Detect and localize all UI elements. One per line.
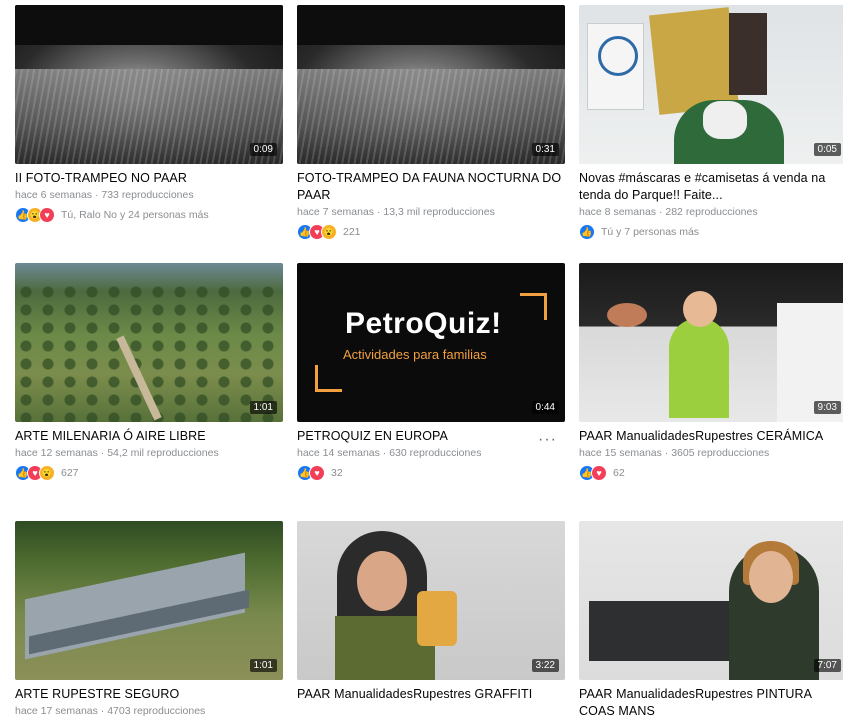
video-duration: 0:05 [813,143,841,156]
like-icon: 👍 [579,224,595,240]
video-card[interactable]: 3:22 PAAR ManualidadesRupestres GRAFFITI [297,521,565,703]
video-title[interactable]: PAAR ManualidadesRupestres PINTURA COAS … [579,686,843,720]
more-options-icon[interactable]: ··· [538,431,557,449]
video-thumbnail[interactable]: 0:09 [15,5,283,164]
video-title[interactable]: Novas #máscaras e #camisetas á venda na … [579,170,843,204]
video-meta: hace 8 semanas · 282 reproducciones [579,206,758,218]
video-meta: hace 17 semanas · 4703 reproducciones [15,705,206,717]
video-thumbnail[interactable]: 7:07 [579,521,843,680]
video-meta: hace 7 semanas · 13,3 mil reproducciones [297,206,495,218]
video-card[interactable]: 0:31 FOTO-TRAMPEO DA FAUNA NOCTURNA DO P… [297,5,565,241]
video-duration: 0:44 [531,401,559,414]
video-duration: 0:31 [531,143,559,156]
video-meta: hace 14 semanas · 630 reproducciones [297,447,482,459]
reaction-count: 627 [61,467,79,479]
video-card[interactable]: 1:01 ARTE RUPESTRE SEGURO hace 17 semana… [15,521,283,718]
video-thumbnail[interactable]: 3:22 [297,521,565,680]
video-card[interactable]: 1:01 ARTE MILENARIA Ó AIRE LIBRE hace 12… [15,263,283,482]
wow-icon: 😮 [39,465,55,481]
video-thumbnail[interactable]: 1:01 [15,263,283,422]
reactions[interactable]: 👍 ♥ 62 [579,464,843,482]
wow-icon: 😮 [321,224,337,240]
video-title[interactable]: PAAR ManualidadesRupestres CERÁMICA [579,428,843,445]
thumbnail-title: PetroQuiz! [345,307,502,340]
thumbnail-subtitle: Actividades para familias [343,347,487,362]
video-duration: 1:01 [249,401,277,414]
video-card[interactable]: 9:03 PAAR ManualidadesRupestres CERÁMICA… [579,263,843,482]
reactions[interactable]: 👍 Tú y 7 personas más [579,223,843,241]
video-title[interactable]: PAAR ManualidadesRupestres GRAFFITI [297,686,565,703]
reaction-summary: Tú y 7 personas más [601,226,700,238]
video-title[interactable]: ARTE RUPESTRE SEGURO [15,686,283,703]
video-title[interactable]: II FOTO-TRAMPEO NO PAAR [15,170,283,187]
video-card[interactable]: 0:09 II FOTO-TRAMPEO NO PAAR hace 6 sema… [15,5,283,224]
video-card[interactable]: 0:05 Novas #máscaras e #camisetas á vend… [579,5,843,241]
video-card[interactable]: PetroQuiz! Actividades para familias 0:4… [297,263,565,482]
video-duration: 7:07 [813,659,841,672]
video-duration: 1:01 [249,659,277,672]
reaction-count: 62 [613,467,625,479]
video-duration: 0:09 [249,143,277,156]
reactions[interactable]: 👍 ♥ 32 [297,464,565,482]
video-thumbnail[interactable]: 0:31 [297,5,565,164]
video-meta: hace 12 semanas · 54,2 mil reproduccione… [15,447,219,459]
video-card[interactable]: 7:07 PAAR ManualidadesRupestres PINTURA … [579,521,843,720]
video-thumbnail[interactable]: 0:05 [579,5,843,164]
video-thumbnail[interactable]: 9:03 [579,263,843,422]
video-thumbnail[interactable]: PetroQuiz! Actividades para familias 0:4… [297,263,565,422]
video-duration: 3:22 [531,659,559,672]
love-icon: ♥ [309,465,325,481]
video-title[interactable]: FOTO-TRAMPEO DA FAUNA NOCTURNA DO PAAR [297,170,565,204]
reactions[interactable]: 👍 😮 ♥ Tú, Ralo No y 24 personas más [15,206,283,224]
video-duration: 9:03 [813,401,841,414]
love-icon: ♥ [39,207,55,223]
video-title[interactable]: ARTE MILENARIA Ó AIRE LIBRE [15,428,283,445]
reaction-count: 221 [343,226,361,238]
video-meta: hace 6 semanas · 733 reproducciones [15,189,194,201]
love-icon: ♥ [591,465,607,481]
video-title[interactable]: PETROQUIZ EN EUROPA [297,428,565,445]
reaction-summary: Tú, Ralo No y 24 personas más [61,209,209,221]
reactions[interactable]: 👍 ♥ 😮 221 [297,223,565,241]
reaction-count: 32 [331,467,343,479]
video-thumbnail[interactable]: 1:01 [15,521,283,680]
video-meta: hace 15 semanas · 3605 reproducciones [579,447,770,459]
reactions[interactable]: 👍 ♥ 😮 627 [15,464,283,482]
